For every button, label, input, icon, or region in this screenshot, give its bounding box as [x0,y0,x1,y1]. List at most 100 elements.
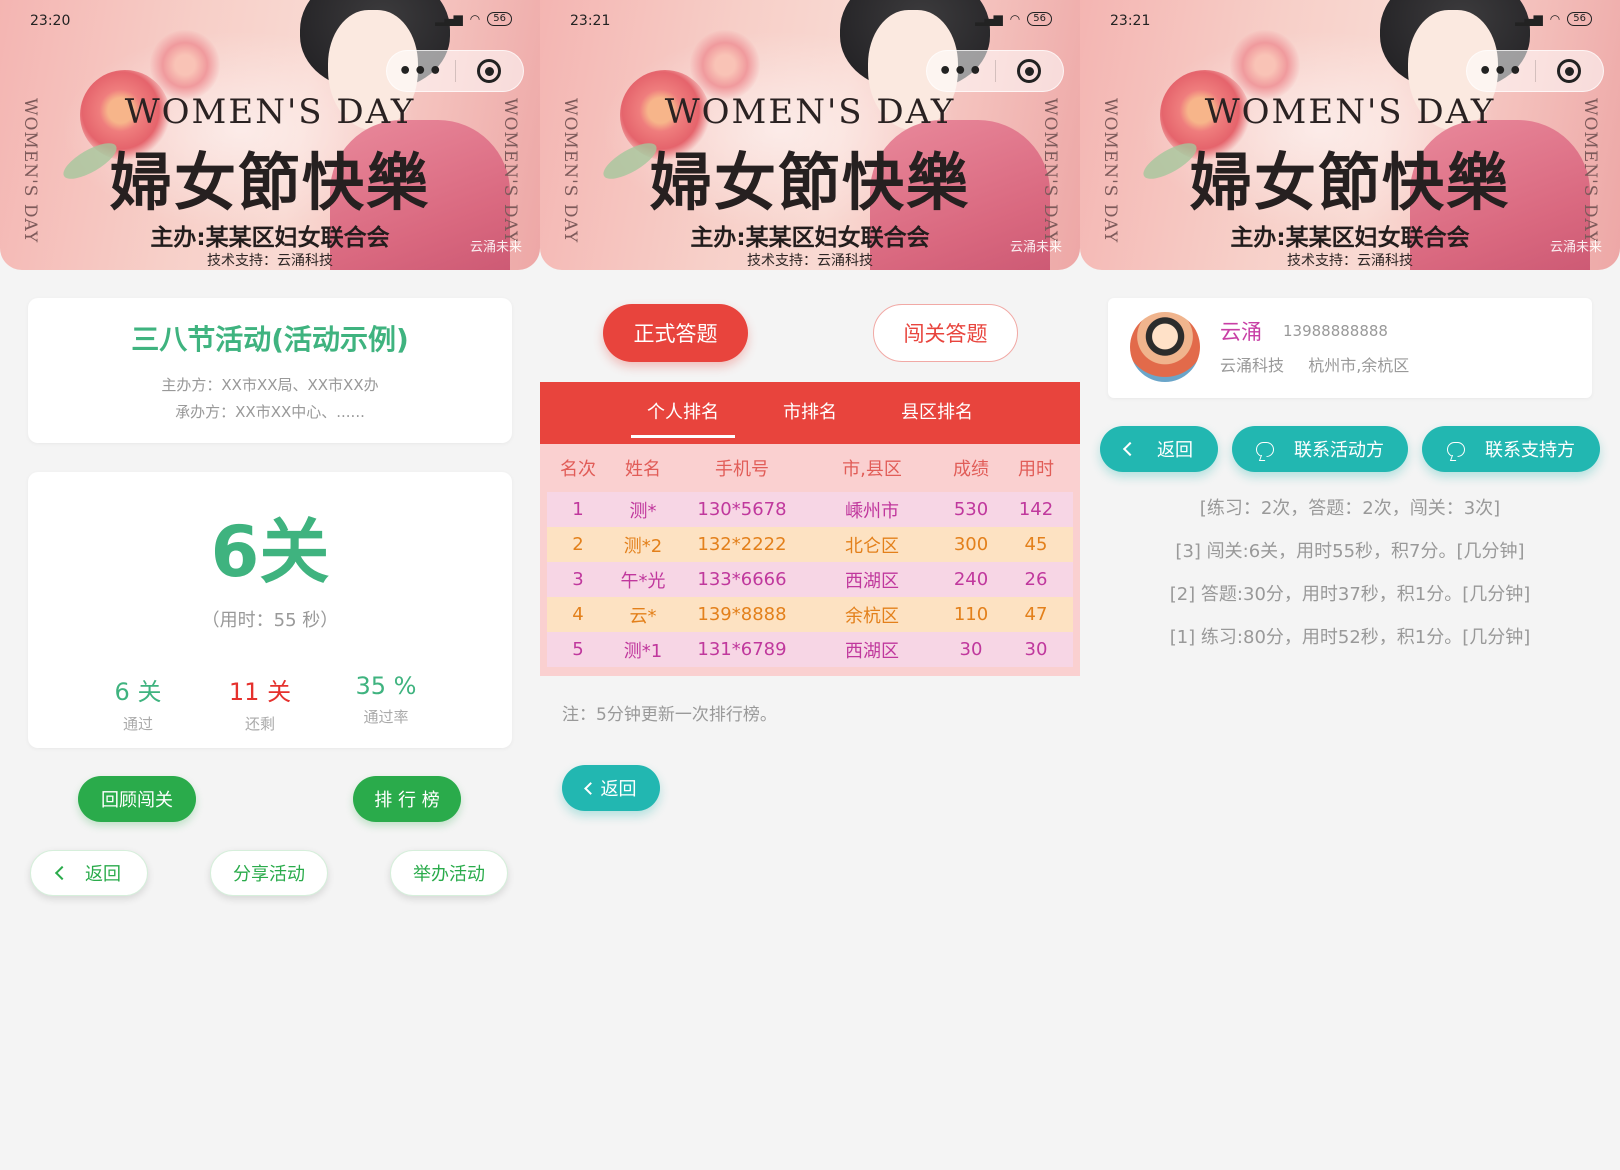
cell: 300 [953,534,989,555]
womens-day-banner: WOMEN'S DAY WOMEN'S DAY WOMEN'S DAY 婦女節快… [540,0,1080,270]
stat-value: 11 关 [228,678,292,706]
contact-organizer-label: 联系活动方 [1294,440,1384,461]
watermark: 云涌未来 [1009,240,1062,255]
back-label: 返回 [1157,440,1193,461]
three-screen-composite: WOMEN'S DAY WOMEN'S DAY WOMEN'S DAY 婦女節快… [0,0,1620,1170]
miniprogram-capsule[interactable]: ••• [386,50,524,92]
share-activity-button[interactable]: 分享活动 [210,850,328,896]
back-button[interactable]: 返回 [30,850,148,896]
tab-district-rank[interactable]: 县区排名 [889,382,985,444]
signal-icon: ▂▄▆ [1515,12,1543,26]
chevron-left-icon [583,781,597,795]
record-list: [练习：2次，答题：2次，闯关：3次] [3] 闯关:6关，用时55秒，积7分。… [1080,494,1620,666]
ranking-screen: WOMEN'S DAY WOMEN'S DAY WOMEN'S DAY 婦女節快… [540,0,1080,1170]
banner-support: 技术支持：云涌科技 [1287,253,1413,269]
cell: 240 [953,569,989,590]
ranking-table: 名次 姓名 手机号 市,县区 成绩 用时 1 测* 130*5678 嵊州市 5… [540,444,1080,676]
table-row: 2 测*2 132*2222 北仑区 300 45 [547,527,1073,562]
banner-organizer: 主办:某某区妇女联合会 [690,225,930,251]
battery-icon: 56 [1567,12,1592,26]
status-icons: ▂▄▆ ◠ 56 [435,12,512,26]
more-icon[interactable]: ••• [387,59,455,84]
stat-remaining: 11 关 还剩 [190,672,330,734]
score-value: 6关 [210,511,330,593]
cell: 139*8888 [697,604,787,625]
tab-city-rank[interactable]: 市排名 [771,382,849,444]
stat-passed: 6 关 通过 [68,672,208,734]
close-target-icon[interactable] [1536,59,1604,83]
stat-label: 通过 [122,715,153,733]
banner-support: 技术支持：云涌科技 [747,253,873,269]
banner-title-en: WOMEN'S DAY [664,92,956,132]
cell: 110 [953,604,989,625]
cell: 2 [572,534,584,555]
miniprogram-capsule[interactable]: ••• [1466,50,1604,92]
activity-info-card: 三八节活动(活动示例) 主办方：XX市XX局、XX市XX办 承办方：XX市XX中… [28,298,512,443]
wifi-icon: ◠ [469,12,481,26]
cell: 142 [1018,499,1054,520]
cell: 30 [1024,639,1048,660]
cell: 余杭区 [845,605,899,627]
miniprogram-capsule[interactable]: ••• [926,50,1064,92]
cell: 云* [629,605,657,627]
list-item[interactable]: [2] 答题:30分，用时37秒，积1分。[几分钟] [1080,580,1620,623]
table-row: 3 午*光 133*6666 西湖区 240 26 [547,562,1073,597]
back-button[interactable]: 返回 [1100,426,1218,472]
activity-result-screen: WOMEN'S DAY WOMEN'S DAY WOMEN'S DAY 婦女節快… [0,0,540,1170]
signal-icon: ▂▄▆ [435,12,463,26]
table-header: 名次 姓名 手机号 市,县区 成绩 用时 [547,444,1073,492]
flower-decoration [150,30,220,100]
flower-decoration [1230,30,1300,100]
more-icon[interactable]: ••• [927,59,995,84]
user-company: 云涌科技 [1220,356,1285,375]
cell: 1 [572,499,584,520]
back-label: 返回 [85,864,121,885]
cell: 133*6666 [697,569,787,590]
ranking-note: 注：5分钟更新一次排行榜。 [562,705,777,725]
contact-support-button[interactable]: 联系支持方 [1422,426,1600,472]
ranking-tabs: 个人排名 市排名 县区排名 [540,382,1080,444]
stat-value: 6 关 [114,678,162,706]
host-activity-button[interactable]: 举办活动 [390,850,508,896]
chat-bubble-icon [1256,441,1274,457]
watermark: 云涌未来 [469,240,522,255]
tab-personal-rank[interactable]: 个人排名 [631,382,735,444]
status-time: 23:21 [1110,13,1151,29]
chat-bubble-icon [1447,441,1465,457]
stat-pass-rate: 35 % 通过率 [316,672,456,727]
wifi-icon: ◠ [1549,12,1561,26]
review-challenge-button[interactable]: 回顾闯关 [78,776,196,822]
cell: 30 [959,639,983,660]
cell: 132*2222 [697,534,787,555]
stat-label: 还剩 [244,715,275,733]
womens-day-banner: WOMEN'S DAY WOMEN'S DAY WOMEN'S DAY 婦女節快… [0,0,540,270]
contact-organizer-button[interactable]: 联系活动方 [1232,426,1408,472]
banner-support: 技术支持：云涌科技 [207,253,333,269]
table-row: 5 测*1 131*6789 西湖区 30 30 [547,632,1073,667]
activity-undertaker: 承办方：XX市XX中心、...... [175,403,365,421]
close-target-icon[interactable] [456,59,524,83]
cell: 131*6789 [697,639,787,660]
cell: 测*2 [623,535,663,557]
banner-title-cn: 婦女節快樂 [649,146,970,219]
cell: 5 [572,639,584,660]
list-item[interactable]: [3] 闯关:6关，用时55秒，积7分。[几分钟] [1080,537,1620,580]
cell: 130*5678 [697,499,787,520]
time-used: （用时：55 秒） [201,610,339,631]
list-item[interactable]: [1] 练习:80分，用时52秒，积1分。[几分钟] [1080,623,1620,666]
close-target-icon[interactable] [996,59,1064,83]
cell: 530 [953,499,989,520]
banner-organizer: 主办:某某区妇女联合会 [150,225,390,251]
more-icon[interactable]: ••• [1467,59,1535,84]
record-summary: [练习：2次，答题：2次，闯关：3次] [1199,498,1501,519]
battery-icon: 56 [487,12,512,26]
chevron-left-icon [1122,441,1138,457]
tab-challenge-answer[interactable]: 闯关答题 [873,304,1018,362]
wifi-icon: ◠ [1009,12,1021,26]
table-body: 1 测* 130*5678 嵊州市 530 142 2 测*2 132*2222… [547,492,1073,667]
signal-icon: ▂▄▆ [975,12,1003,26]
back-button[interactable]: 返回 [562,765,660,811]
ranking-button[interactable]: 排 行 榜 [353,776,461,822]
tab-formal-answer[interactable]: 正式答题 [603,304,748,362]
flower-decoration [690,30,760,100]
